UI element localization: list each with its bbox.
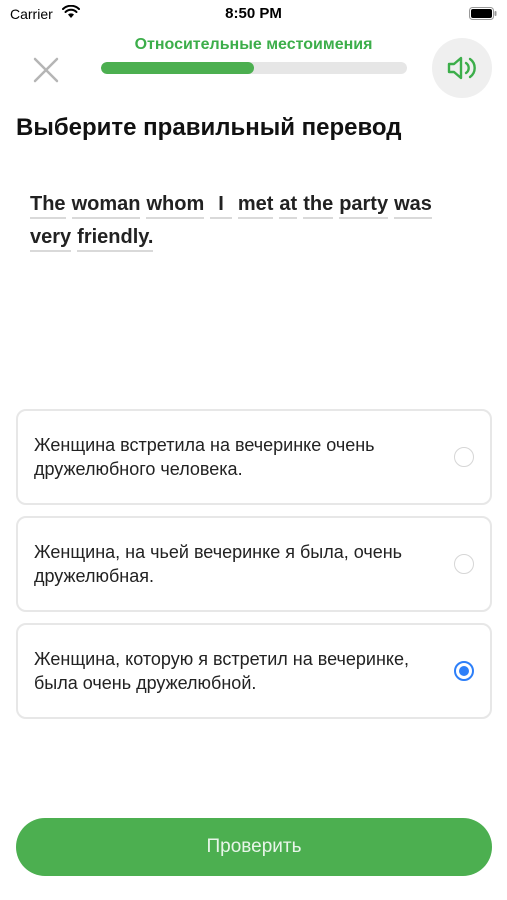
battery-icon bbox=[469, 7, 497, 20]
answer-option-text: Женщина, которую я встретил на вечеринке… bbox=[34, 649, 410, 693]
sentence-word[interactable]: was bbox=[394, 192, 432, 219]
answer-option[interactable]: Женщина, которую я встретил на вечеринке… bbox=[16, 623, 492, 719]
status-bar: Carrier 8:50 PM bbox=[0, 0, 507, 28]
status-time: 8:50 PM bbox=[225, 5, 282, 22]
question-title: Выберите правильный перевод bbox=[16, 114, 402, 141]
check-button[interactable]: Проверить bbox=[16, 818, 492, 876]
close-icon bbox=[33, 57, 59, 83]
close-button[interactable] bbox=[26, 50, 66, 90]
sentence-words: The woman whom Imet at the party was very friendl… bbox=[30, 192, 480, 252]
sentence-word[interactable]: met bbox=[237, 192, 274, 219]
sentence-word[interactable]: whom bbox=[146, 192, 205, 219]
sentence-word[interactable]: the bbox=[303, 192, 334, 219]
speaker-button[interactable] bbox=[432, 38, 492, 98]
progress-fill bbox=[101, 62, 254, 74]
answer-option-text: Женщина, на чьей вечеринке я была, очень… bbox=[34, 542, 403, 586]
answer-option[interactable]: Женщина, на чьей вечеринке я была, очень… bbox=[16, 516, 492, 612]
sentence-word[interactable]: woman bbox=[71, 192, 141, 219]
lesson-header: Относительные местоимения bbox=[0, 30, 507, 102]
progress-bar bbox=[101, 62, 407, 74]
sentence-word[interactable]: party bbox=[339, 192, 389, 219]
answer-radio[interactable] bbox=[454, 554, 474, 574]
answer-option-text: Женщина встретила на вечеринке очень дру… bbox=[34, 435, 375, 479]
answer-radio[interactable] bbox=[454, 661, 474, 681]
answer-options: Женщина встретила на вечеринке очень дру… bbox=[16, 409, 492, 730]
answer-option[interactable]: Женщина встретила на вечеринке очень дру… bbox=[16, 409, 492, 505]
speaker-icon bbox=[447, 56, 476, 80]
answer-radio[interactable] bbox=[454, 447, 474, 467]
check-button-label: Проверить bbox=[206, 836, 302, 857]
sentence-word[interactable]: at bbox=[279, 192, 298, 219]
sentence-word[interactable]: very bbox=[30, 225, 72, 252]
sentence-word[interactable]: The bbox=[30, 192, 66, 219]
sentence-word[interactable]: I bbox=[210, 192, 232, 219]
sentence-word[interactable]: friendly. bbox=[77, 225, 154, 252]
lesson-title: Относительные местоимения bbox=[134, 36, 373, 53]
